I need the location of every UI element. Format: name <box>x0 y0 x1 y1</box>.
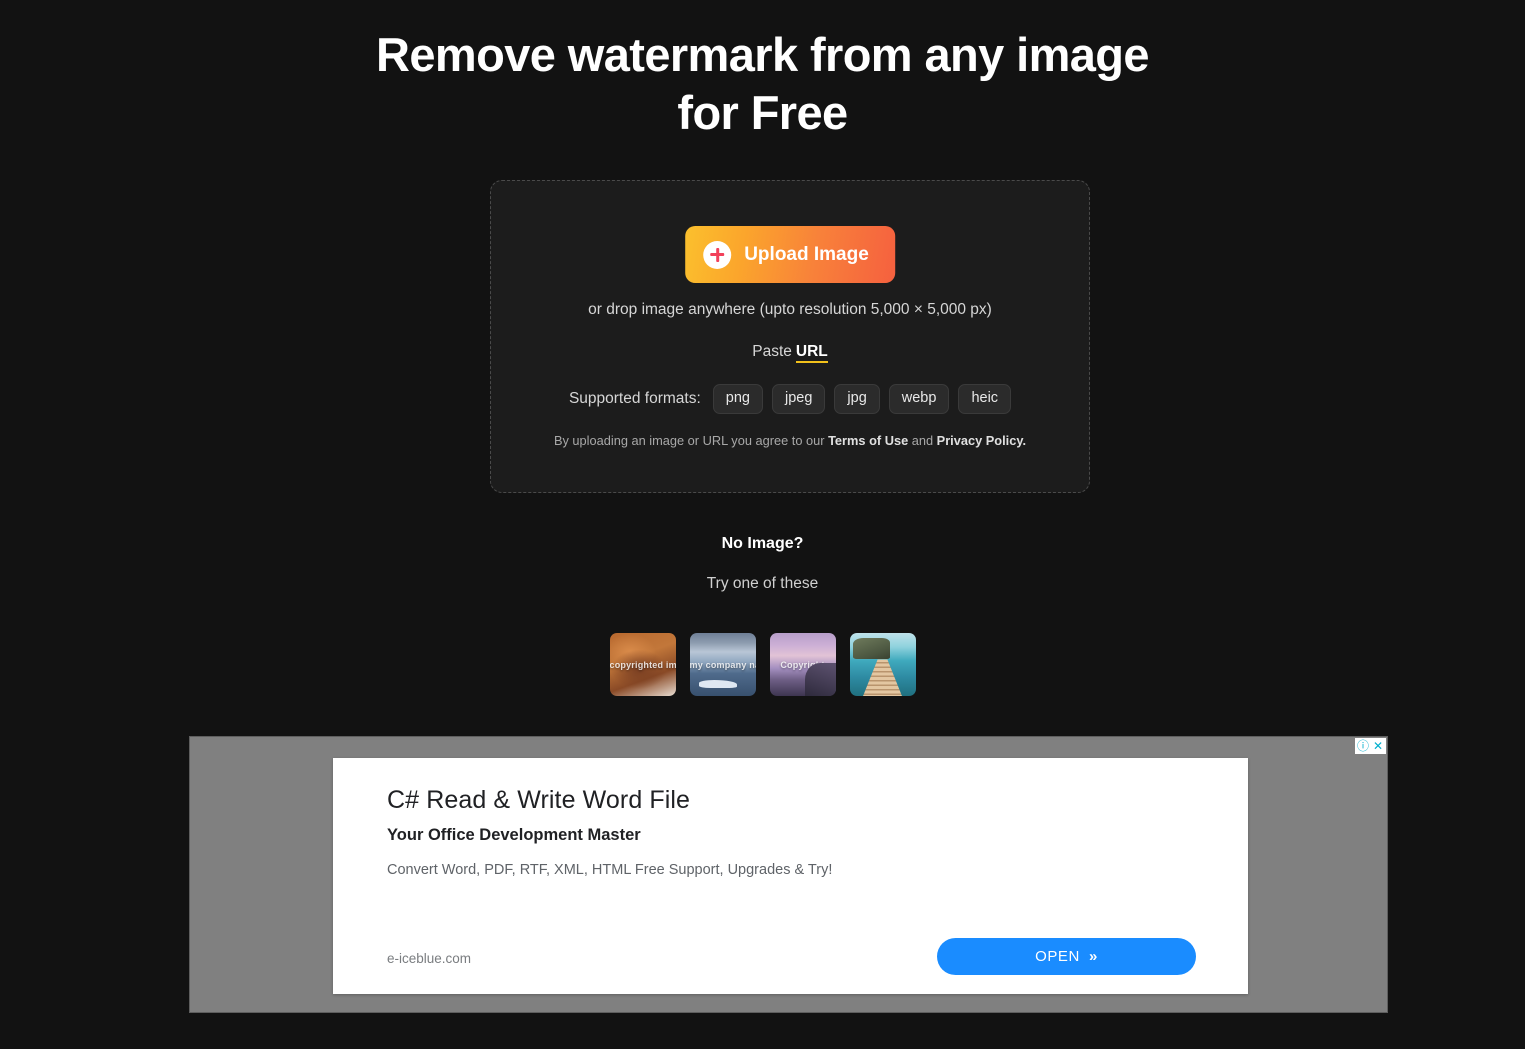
paste-url-link[interactable]: URL <box>795 343 828 363</box>
ad-open-button[interactable]: OPEN » <box>937 938 1196 975</box>
double-chevron-right-icon: » <box>1088 948 1098 965</box>
sample-image-dog[interactable]: copyrighted image <box>609 633 676 696</box>
sample-image-coast[interactable]: Copyright <box>769 633 836 696</box>
privacy-policy-link[interactable]: Privacy Policy. <box>937 433 1026 448</box>
sample-watermark-text: my company name <box>689 659 756 670</box>
try-one-of-these-label: Try one of these <box>706 575 819 592</box>
format-chip-png[interactable]: png <box>712 384 763 414</box>
drop-hint-text: or drop image anywhere (upto resolution … <box>588 301 992 318</box>
ad-creative-card[interactable]: C# Read & Write Word File Your Office De… <box>333 758 1248 994</box>
sample-image-pier[interactable] <box>849 633 916 696</box>
sample-watermark-text: copyrighted image <box>609 659 676 670</box>
format-chip-webp[interactable]: webp <box>888 384 950 414</box>
page-title: Remove watermark from any image for Free <box>376 28 1150 139</box>
ad-headline: C# Read & Write Word File <box>387 786 691 814</box>
format-chip-heic[interactable]: heic <box>958 384 1012 414</box>
no-image-heading: No Image? <box>721 535 804 552</box>
paste-url-row: Paste URL <box>491 343 1089 363</box>
sample-image-list: copyrighted image my company name Copyri… <box>0 633 1525 696</box>
terms-prefix: By uploading an image or URL you agree t… <box>553 433 829 448</box>
sample-image-iceberg[interactable]: my company name <box>689 633 756 696</box>
terms-notice: By uploading an image or URL you agree t… <box>491 433 1089 448</box>
ad-close-icon[interactable]: ✕ <box>1371 739 1385 753</box>
page-root: Remove watermark from any image for Free… <box>0 0 1525 1049</box>
terms-of-use-link[interactable]: Terms of Use <box>828 433 908 448</box>
plus-icon <box>703 240 732 269</box>
supported-formats-row: Supported formats: png jpeg jpg webp hei… <box>491 384 1089 414</box>
advertisement-container: ⓘ ✕ C# Read & Write Word File Your Offic… <box>189 736 1388 1013</box>
upload-image-button[interactable]: Upload Image <box>685 226 895 283</box>
upload-image-button-label: Upload Image <box>744 243 869 265</box>
ad-info-icon[interactable]: ⓘ <box>1356 739 1370 753</box>
ad-domain: e-iceblue.com <box>387 951 472 966</box>
format-chip-jpg[interactable]: jpg <box>834 384 880 414</box>
paste-label: Paste <box>752 343 792 360</box>
sample-watermark-text: Copyright <box>780 659 825 670</box>
upload-dropzone[interactable]: Upload Image or drop image anywhere (upt… <box>490 180 1090 493</box>
ad-subheadline: Your Office Development Master <box>387 826 641 844</box>
ad-description: Convert Word, PDF, RTF, XML, HTML Free S… <box>387 862 833 878</box>
ad-choices-controls: ⓘ ✕ <box>1355 738 1386 754</box>
ad-open-button-label: OPEN <box>1035 948 1080 965</box>
supported-formats-label: Supported formats: <box>568 389 701 407</box>
terms-and: and <box>908 433 937 448</box>
format-chip-jpeg[interactable]: jpeg <box>771 384 826 414</box>
